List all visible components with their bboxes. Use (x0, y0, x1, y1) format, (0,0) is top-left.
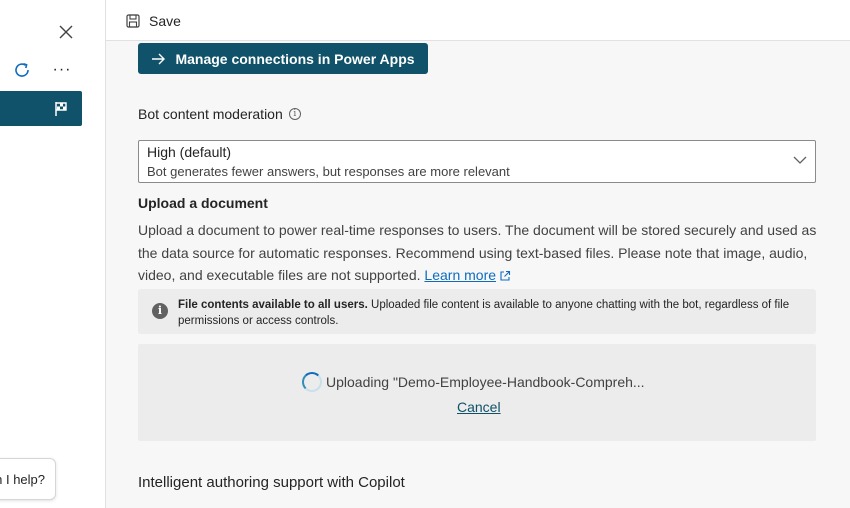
moderation-dropdown[interactable]: High (default) Bot generates fewer answe… (138, 140, 816, 183)
more-options-button[interactable]: ··· (50, 58, 74, 82)
save-button[interactable]: Save (126, 10, 181, 32)
notice-text: File contents available to all users. Up… (178, 297, 808, 329)
upload-description: Upload a document to power real-time res… (138, 219, 818, 287)
main-content: Manage connections in Power Apps Bot con… (106, 41, 850, 508)
upload-heading: Upload a document (138, 195, 268, 211)
upload-dropzone: Uploading "Demo-Employee-Handbook-Compre… (138, 344, 816, 441)
dropdown-selected-value: High (default) (147, 144, 232, 160)
manage-connections-button[interactable]: Manage connections in Power Apps (138, 43, 428, 74)
refresh-icon (15, 63, 29, 77)
learn-more-link[interactable]: Learn more (424, 267, 496, 283)
copilot-section-heading: Intelligent authoring support with Copil… (138, 474, 405, 491)
spinner-icon (302, 372, 322, 392)
file-availability-notice: i File contents available to all users. … (138, 289, 816, 334)
chevron-down-icon (793, 156, 807, 164)
moderation-heading: Bot content moderation i (138, 106, 301, 122)
help-chat-chip[interactable]: n I help? (0, 458, 56, 500)
toolbar: Save (106, 0, 850, 41)
cancel-upload-link[interactable]: Cancel (457, 399, 501, 415)
left-pane: ··· n I help? (0, 0, 106, 508)
arrow-right-icon (152, 53, 166, 64)
close-icon (59, 25, 73, 39)
app-window: ··· n I help? Save Manage connections in… (0, 0, 850, 508)
more-icon: ··· (52, 61, 72, 78)
manage-connections-label: Manage connections in Power Apps (175, 50, 415, 67)
flag-icon (55, 101, 67, 116)
close-button[interactable] (54, 20, 78, 44)
moderation-label: Bot content moderation (138, 106, 283, 122)
save-label: Save (149, 13, 181, 29)
upload-status-text: Uploading "Demo-Employee-Handbook-Compre… (326, 374, 645, 390)
active-nav-item[interactable] (0, 91, 82, 126)
upload-status: Uploading "Demo-Employee-Handbook-Compre… (302, 372, 645, 392)
info-filled-icon: i (152, 303, 168, 319)
refresh-button[interactable] (10, 58, 34, 82)
external-link-icon (500, 270, 511, 281)
help-chip-text: n I help? (0, 471, 45, 487)
dropdown-selected-description: Bot generates fewer answers, but respons… (147, 164, 510, 179)
info-icon[interactable]: i (288, 108, 301, 120)
notice-bold-text: File contents available to all users. (178, 299, 368, 311)
save-icon (126, 14, 140, 28)
